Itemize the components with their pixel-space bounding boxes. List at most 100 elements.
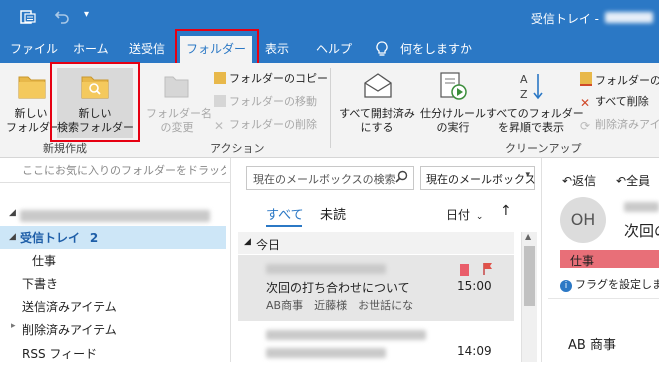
- folder-item-work[interactable]: 仕事: [32, 250, 56, 272]
- tell-me-search[interactable]: 何をしますか: [400, 36, 472, 63]
- message-redacted-2: [266, 348, 386, 358]
- undo-icon[interactable]: [54, 8, 70, 28]
- category-color-icon: [460, 264, 469, 276]
- group-label-new: 新規作成: [43, 142, 87, 155]
- reading-pane: ↶返信 ↶全員 OH 次回の 仕事 iフラグを設定しま AB 商事: [548, 158, 659, 362]
- favorites-drop-hint: ここにお気に入りのフォルダーをドラッグしま: [22, 164, 226, 177]
- list-item[interactable]: 次回の打ち合わせについて 15:00 AB商事 近藤様 お世話にな: [238, 255, 514, 321]
- scrollbar-thumb[interactable]: [524, 246, 535, 306]
- new-folder-button[interactable]: 新しい フォルダー: [6, 69, 61, 135]
- ribbon-tabs: ファイル ホーム 送受信 フォルダー 表示 ヘルプ 何をしますか: [0, 36, 659, 63]
- message-time: 14:09: [457, 344, 492, 358]
- flag-icon[interactable]: [482, 262, 494, 279]
- collapse-inbox-icon[interactable]: ◢: [9, 232, 16, 242]
- sender-redacted: [266, 264, 386, 274]
- reply-all-label: 全員: [626, 174, 651, 188]
- search-scope-dropdown[interactable]: 現在のメールボックス ▾: [420, 166, 536, 190]
- body-text: AB 商事: [568, 338, 616, 353]
- mark-all-read-button[interactable]: すべて開封済み にする: [335, 69, 419, 135]
- filter-unread[interactable]: 未読: [320, 204, 346, 223]
- move-folder-label: フォルダーの移動: [229, 95, 317, 108]
- run-rules-icon: [438, 71, 468, 104]
- reply-button[interactable]: ↶返信: [562, 172, 596, 189]
- folder-icon: [18, 73, 46, 102]
- run-rules-label-1: 仕分けルール: [420, 107, 486, 120]
- rename-folder-button[interactable]: フォルダー名 の変更: [146, 69, 212, 135]
- svg-text:Z: Z: [520, 88, 528, 101]
- info-icon: i: [560, 280, 572, 292]
- tab-file[interactable]: ファイル: [10, 36, 58, 63]
- lightbulb-icon: [375, 41, 389, 60]
- delete-all-label: すべて削除: [595, 95, 649, 108]
- outlook-app-icon[interactable]: [20, 9, 36, 29]
- chevron-down-icon: ⌄: [475, 212, 484, 222]
- avatar: OH: [560, 197, 606, 243]
- envelope-open-icon: [363, 71, 393, 102]
- tab-send-receive[interactable]: 送受信: [129, 36, 165, 63]
- sort-by-button[interactable]: 日付 ⌄: [446, 206, 483, 223]
- message-subject: 次回の打ち合わせについて: [266, 281, 410, 295]
- message-list-scrollbar[interactable]: ▲: [521, 232, 537, 362]
- flag-notice-label: フラグを設定しま: [575, 278, 659, 291]
- collapse-group-icon: ◢: [244, 237, 251, 247]
- search-scope-value: 現在のメールボックス: [426, 173, 536, 186]
- sort-folders-button[interactable]: AZ すべてのフォルダー を昇順で表示: [486, 69, 584, 135]
- sort-direction-arrow-icon[interactable]: ↑: [500, 203, 512, 219]
- reply-all-button[interactable]: ↶全員: [616, 172, 650, 189]
- empty-deleted-label: 削除済みアイテ: [595, 118, 659, 131]
- chevron-down-icon: ▾: [525, 170, 530, 180]
- move-folder-button[interactable]: フォルダーの移動: [214, 95, 317, 109]
- window-title: 受信トレイ -: [530, 12, 599, 26]
- folder-item-sent[interactable]: 送信済みアイテム: [22, 296, 117, 318]
- highlight-new-search-folder: [50, 62, 140, 142]
- flag-notice: i フラグを設定しま: [560, 276, 659, 292]
- inbox-label: 受信トレイ: [20, 231, 81, 245]
- empty-deleted-icon: ⟳: [580, 119, 591, 133]
- group-header-today[interactable]: ◢ 今日: [238, 232, 514, 254]
- tab-help[interactable]: ヘルプ: [316, 36, 352, 63]
- subject-partial: 次回の: [624, 222, 659, 240]
- scroll-up-icon[interactable]: ▲: [525, 232, 531, 241]
- mark-all-read-label-2: にする: [360, 121, 394, 134]
- copy-folder-button[interactable]: フォルダーのコピー: [214, 72, 328, 86]
- search-box[interactable]: 現在のメールボックスの検索: [246, 166, 414, 190]
- tab-view[interactable]: 表示: [265, 36, 289, 63]
- filter-all[interactable]: すべて: [266, 204, 304, 223]
- sort-folders-label-1: すべてのフォルダー: [486, 107, 584, 120]
- tab-home[interactable]: ホーム: [73, 36, 109, 63]
- ribbon-separator: [330, 68, 331, 148]
- expand-deleted-icon[interactable]: ▸: [11, 321, 16, 331]
- move-folder-icon: [214, 95, 226, 107]
- folder-cleanup-button[interactable]: フォルダーのク: [580, 72, 659, 88]
- new-folder-label-2: フォルダー: [6, 121, 61, 134]
- quick-access-dropdown-icon[interactable]: ▾: [84, 9, 89, 20]
- filter-all-underline: [266, 225, 302, 227]
- reading-pane-divider[interactable]: [541, 158, 542, 362]
- folder-item-drafts[interactable]: 下書き: [22, 273, 58, 295]
- rename-folder-icon: [164, 73, 190, 102]
- message-preview: AB商事 近藤様 お世話にな: [266, 299, 414, 312]
- group-label-cleanup: クリーンアップ: [505, 142, 582, 155]
- reply-label: 返信: [572, 174, 597, 188]
- folder-item-deleted[interactable]: 削除済みアイテム: [22, 319, 117, 341]
- sort-az-icon: AZ: [518, 71, 546, 104]
- folder-item-inbox[interactable]: 受信トレイ 2: [20, 227, 98, 249]
- copy-folder-label: フォルダーのコピー: [229, 72, 328, 85]
- search-input[interactable]: 現在のメールボックスの検索: [253, 171, 396, 187]
- search-icon[interactable]: [395, 170, 408, 186]
- empty-deleted-button[interactable]: ⟳ 削除済みアイテ: [580, 118, 659, 133]
- sort-by-label: 日付: [446, 208, 471, 222]
- reply-all-icon: ↶: [616, 174, 627, 188]
- expand-account-icon[interactable]: ◢: [9, 208, 16, 218]
- delete-all-button[interactable]: ✕ すべて削除: [580, 95, 649, 110]
- reply-icon: ↶: [562, 174, 573, 188]
- list-item[interactable]: 14:09: [238, 324, 514, 362]
- category-label: 仕事: [570, 254, 595, 268]
- run-rules-button[interactable]: 仕分けルール の実行: [420, 69, 486, 135]
- delete-folder-label: フォルダーの削除: [229, 118, 317, 131]
- message-time: 15:00: [457, 279, 492, 293]
- delete-folder-button[interactable]: ✕ フォルダーの削除: [214, 118, 317, 133]
- new-folder-label-1: 新しい: [14, 107, 48, 120]
- pane-divider[interactable]: [230, 158, 231, 362]
- ribbon: 新しい フォルダー 新しい 検索フォルダー 新規作成 フォルダー名 の変更 フォ…: [0, 62, 659, 158]
